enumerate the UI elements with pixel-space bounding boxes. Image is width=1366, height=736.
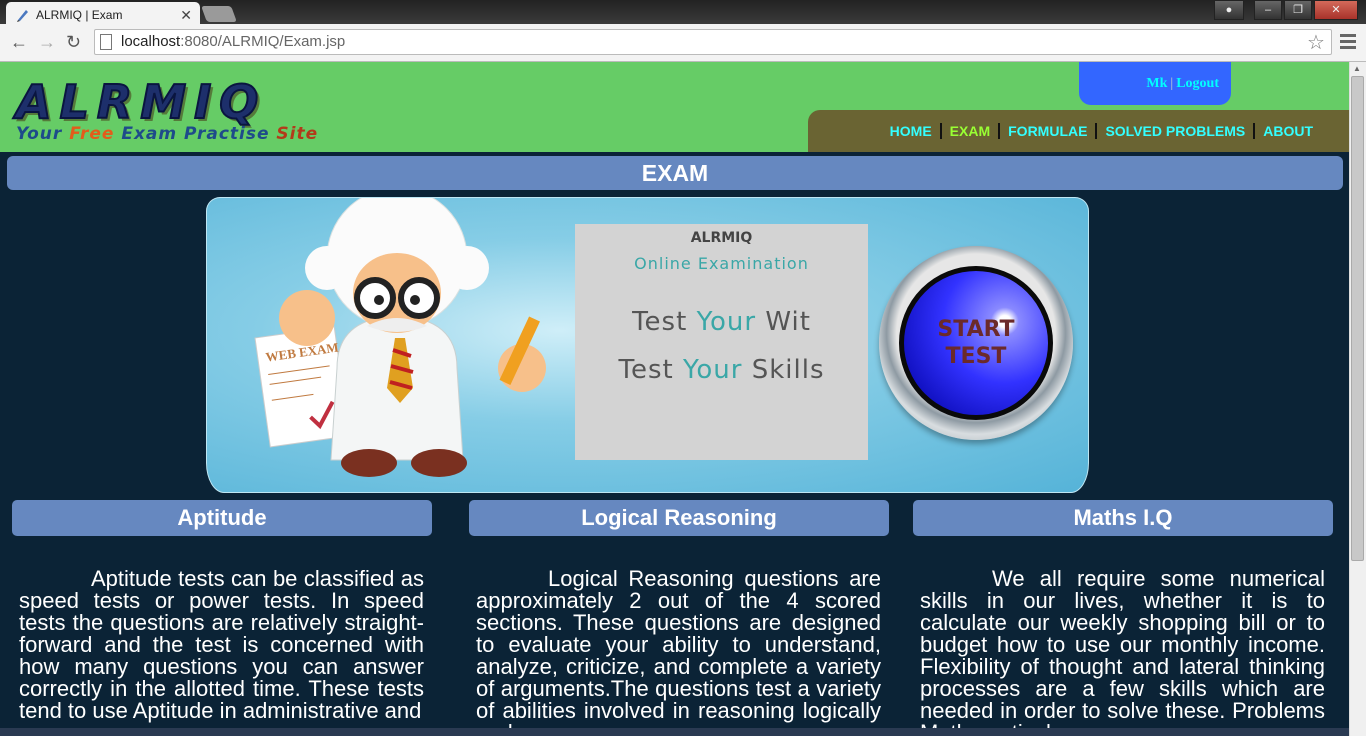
banner-text: Skills	[742, 355, 825, 385]
nav-about[interactable]: ABOUT	[1255, 123, 1321, 139]
profile-icon[interactable]: ●	[1214, 0, 1244, 20]
professor-illustration: WEB EXAM	[254, 198, 546, 477]
logout-link[interactable]: Logout	[1176, 76, 1219, 91]
logo-tagline: Your Free Exam Practise Site	[16, 124, 318, 144]
start-test-face[interactable]: START TEST	[899, 266, 1053, 420]
page-content: ALRMIQ Your Free Exam Practise Site Mk | L…	[0, 62, 1349, 736]
banner-text: Test	[618, 355, 683, 385]
logical-reasoning-description: Logical Reasoning questions are approxim…	[476, 566, 881, 736]
user-box: Mk | Logout	[1079, 62, 1231, 105]
main-nav: HOME EXAM FORMULAE SOLVED PROBLEMS ABOUT	[808, 110, 1349, 152]
start-test-button[interactable]: START TEST	[879, 246, 1073, 440]
banner-highlight: Your	[682, 355, 743, 385]
os-taskbar	[0, 728, 1349, 736]
tab-close-icon[interactable]: ✕	[180, 7, 192, 24]
url-host: localhost	[121, 33, 181, 50]
menu-icon[interactable]	[1340, 34, 1356, 52]
aptitude-header[interactable]: Aptitude	[12, 500, 432, 536]
favicon-icon	[17, 10, 28, 22]
reload-icon[interactable]: ↻	[66, 32, 81, 53]
address-bar[interactable]: localhost:8080/ALRMIQ/Exam.jsp	[94, 29, 1332, 55]
site-header: ALRMIQ Your Free Exam Practise Site Mk | L…	[0, 62, 1349, 152]
section-title: EXAM	[7, 156, 1343, 190]
nav-exam[interactable]: EXAM	[942, 123, 998, 139]
tab-title: ALRMIQ | Exam	[36, 8, 123, 22]
banner-text: Wit	[756, 307, 811, 337]
bookmark-star-icon[interactable]: ☆	[1307, 30, 1325, 55]
minimize-button[interactable]: –	[1254, 0, 1282, 20]
maths-iq-description: We all require some numerical skills in …	[920, 566, 1325, 736]
browser-toolbar: ← → ↻ localhost:8080/ALRMIQ/Exam.jsp ☆	[0, 24, 1366, 62]
banner-text: Test	[632, 307, 697, 337]
exam-banner: WEB EXAM ALRMIQ Online Examination Test …	[206, 197, 1089, 493]
tagline-word: Site	[276, 124, 319, 144]
browser-titlebar: ALRMIQ | Exam ✕ ● – ❐ ✕	[0, 0, 1366, 24]
tagline-word: Your	[16, 124, 63, 144]
maths-iq-header[interactable]: Maths I.Q	[913, 500, 1333, 536]
forward-arrow-icon[interactable]: →	[38, 32, 56, 53]
tagline-word: Exam Practise	[121, 124, 270, 144]
banner-brand: ALRMIQ	[690, 230, 753, 246]
nav-solved-problems[interactable]: SOLVED PROBLEMS	[1097, 123, 1253, 139]
logo-text: ALRMIQ	[15, 75, 267, 129]
start-label: START	[937, 317, 1015, 342]
logical-reasoning-header[interactable]: Logical Reasoning	[469, 500, 889, 536]
banner-line-skills: Test Your Skills	[575, 355, 868, 385]
banner-highlight: Your	[696, 307, 757, 337]
new-tab-button[interactable]	[201, 6, 237, 22]
window-close-button[interactable]: ✕	[1314, 0, 1358, 20]
site-logo[interactable]: ALRMIQ Your Free Exam Practise Site	[15, 75, 318, 144]
banner-line-wit: Test Your Wit	[575, 307, 868, 337]
nav-formulae[interactable]: FORMULAE	[1000, 123, 1095, 139]
exam-info-box: ALRMIQ Online Examination Test Your Wit …	[575, 224, 868, 460]
browser-tab[interactable]: ALRMIQ | Exam ✕	[6, 2, 200, 24]
url-path: :8080/ALRMIQ/Exam.jsp	[180, 33, 346, 50]
user-separator: |	[1170, 76, 1174, 91]
banner-subtitle: Online Examination	[634, 254, 809, 273]
back-arrow-icon[interactable]: ←	[10, 32, 28, 53]
scroll-up-arrow-icon[interactable]: ▲	[1353, 64, 1361, 73]
nav-home[interactable]: HOME	[882, 123, 940, 139]
scrollbar-thumb[interactable]	[1351, 76, 1364, 561]
aptitude-description: Aptitude tests can be classified as spee…	[19, 566, 424, 723]
page-icon	[100, 34, 112, 50]
tagline-word: Free	[69, 124, 115, 144]
username-link[interactable]: Mk	[1146, 76, 1167, 91]
maximize-button[interactable]: ❐	[1284, 0, 1312, 20]
test-label: TEST	[945, 344, 1007, 369]
